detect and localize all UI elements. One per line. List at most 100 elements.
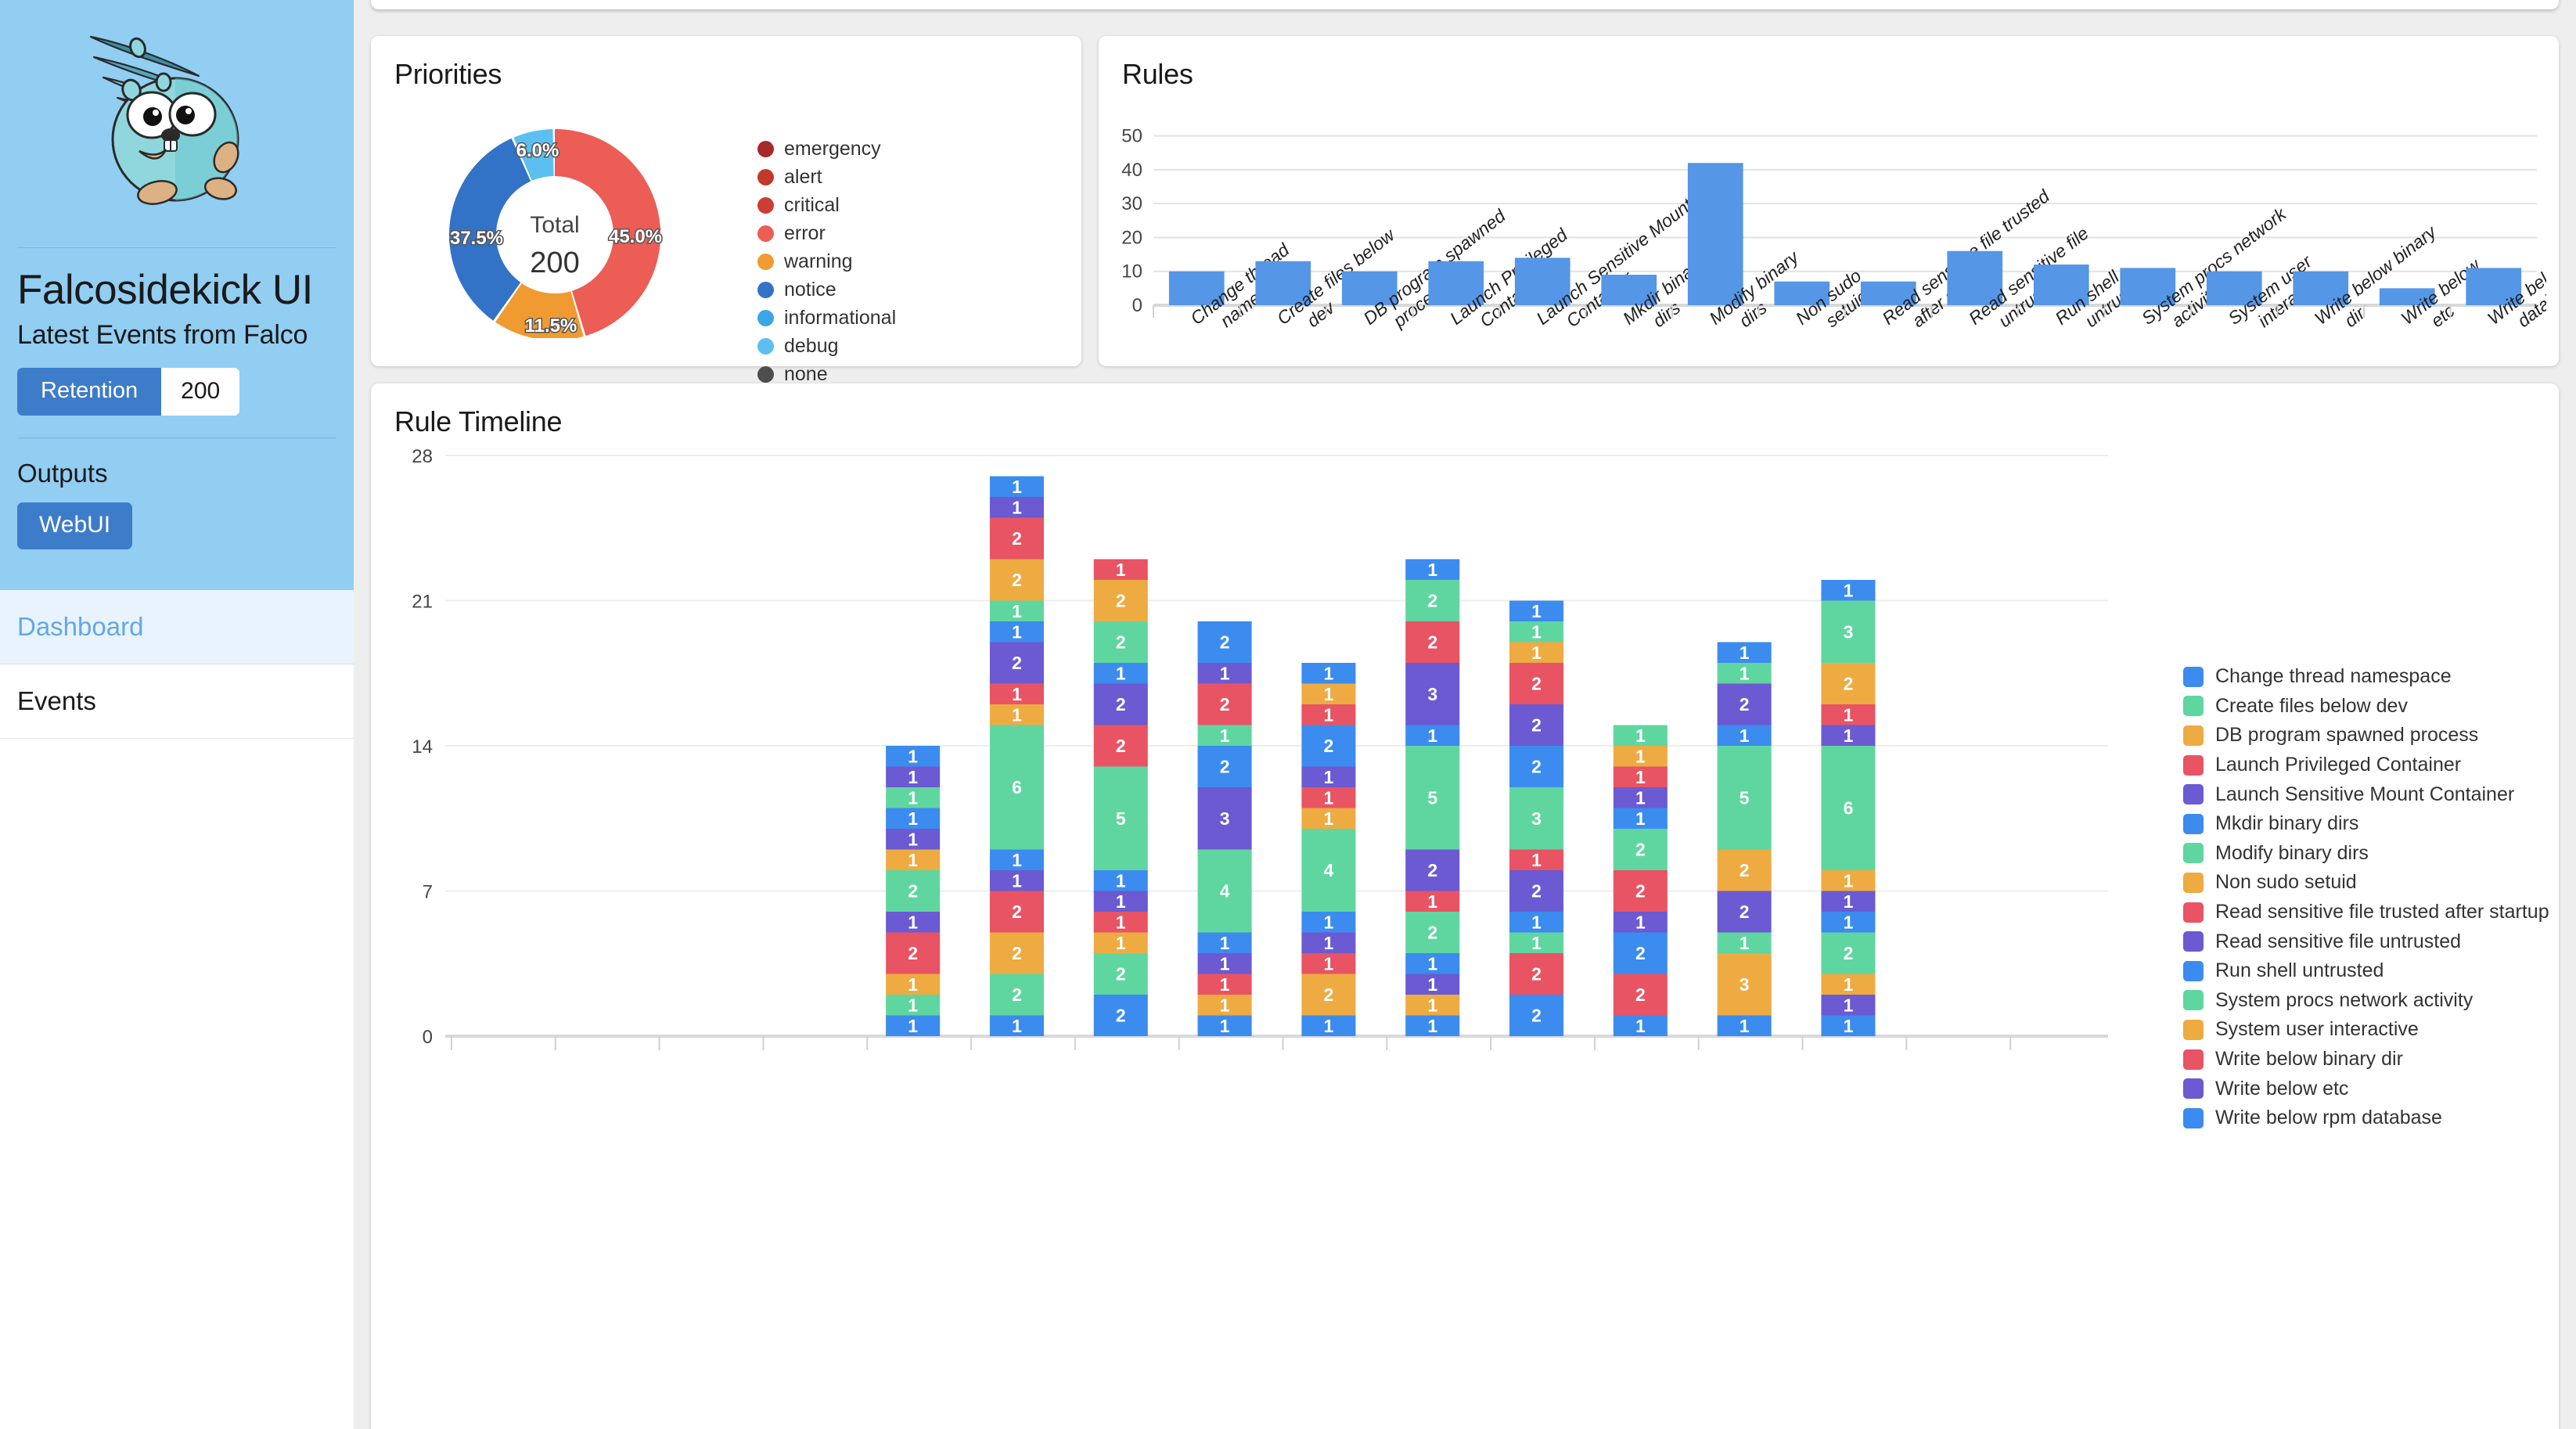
timeline-segment-value: 1 [1427, 891, 1437, 912]
timeline-segment-value: 3 [1531, 808, 1542, 829]
sidebar-item-label: Events [17, 686, 96, 715]
timeline-legend-item[interactable]: Modify binary dirs [2183, 839, 2559, 869]
timeline-segment-value: 1 [1844, 704, 1854, 725]
timeline-segment-value: 1 [1220, 663, 1230, 683]
timeline-legend-item[interactable]: Write below rpm database [2183, 1103, 2559, 1133]
legend-item[interactable]: none [757, 363, 896, 386]
legend-item[interactable]: notice [757, 279, 896, 301]
legend-item[interactable]: error [757, 222, 896, 245]
timeline-segment-value: 1 [908, 850, 918, 870]
timeline-legend-item[interactable]: System user interactive [2183, 1015, 2559, 1045]
timeline-legend-item[interactable]: Write below etc [2183, 1074, 2559, 1103]
legend-swatch-critical [757, 197, 774, 214]
rules-ytick: 0 [1132, 295, 1142, 316]
timeline-legend-item[interactable]: Launch Sensitive Mount Container [2183, 779, 2559, 809]
priorities-donut-chart[interactable]: 45.0% 11.5% 37.5% 6.0% Total 200 [371, 103, 739, 338]
timeline-legend-swatch [2183, 931, 2204, 952]
sidebar-filler [0, 739, 354, 1429]
timeline-segment-value: 1 [1531, 912, 1542, 932]
rules-bar[interactable] [1688, 163, 1743, 305]
timeline-segment-value: 1 [1635, 808, 1646, 829]
rules-card: Rules 01020304050Change threadnamespaceC… [1099, 36, 2559, 366]
timeline-legend-swatch [2183, 667, 2204, 687]
timeline-segment-value: 6 [1844, 798, 1854, 819]
legend-item[interactable]: alert [757, 166, 896, 189]
timeline-segment-value: 1 [1740, 663, 1750, 683]
timeline-legend-item[interactable]: DB program spawned process [2183, 721, 2559, 750]
timeline-segment-value: 1 [1220, 1016, 1230, 1036]
legend-label: notice [784, 279, 836, 301]
sidebar-item-dashboard[interactable]: Dashboard [0, 590, 354, 664]
timeline-segment-value: 2 [1844, 674, 1854, 694]
retention-control[interactable]: Retention 200 [17, 368, 239, 416]
timeline-legend-item[interactable]: Launch Privileged Container [2183, 750, 2559, 780]
timeline-legend-label: Mkdir binary dirs [2215, 812, 2358, 835]
output-badge-webui[interactable]: WebUI [17, 502, 132, 549]
timeline-legend-label: Create files below dev [2215, 695, 2408, 718]
legend-label: emergency [784, 138, 881, 160]
timeline-segment-value: 2 [1012, 570, 1022, 590]
timeline-legend-item[interactable]: System procs network activity [2183, 986, 2559, 1016]
timeline-legend-item[interactable]: Mkdir binary dirs [2183, 809, 2559, 839]
legend-item[interactable]: critical [757, 194, 896, 217]
timeline-segment-value: 1 [1740, 725, 1750, 746]
timeline-svg: 0714212811121211111112221161121122112211… [371, 438, 2116, 1064]
timeline-segment-value: 2 [1740, 902, 1750, 922]
rules-bar-chart[interactable]: 01020304050Change threadnamespaceCreate … [1099, 108, 2559, 398]
timeline-ytick: 7 [423, 882, 433, 903]
donut-center-value: 200 [530, 247, 579, 279]
timeline-legend-swatch [2183, 902, 2204, 923]
timeline-segment-value: 4 [1220, 881, 1230, 902]
rule-timeline-chart[interactable]: 0714212811121211111112221161121122112211… [371, 438, 2152, 1133]
timeline-segment-value: 1 [1324, 808, 1334, 829]
timeline-segment-value: 1 [1844, 891, 1854, 912]
timeline-legend-label: Write below binary dir [2215, 1048, 2403, 1071]
retention-input[interactable]: 200 [161, 368, 239, 416]
timeline-segment-value: 1 [1012, 704, 1022, 725]
timeline-segment-value: 2 [908, 943, 918, 963]
legend-item[interactable]: informational [757, 307, 896, 329]
legend-swatch-alert [757, 169, 774, 185]
legend-item[interactable]: warning [757, 250, 896, 273]
timeline-segment-value: 1 [1844, 995, 1854, 1015]
sidebar-item-events[interactable]: Events [0, 664, 354, 739]
timeline-segment-value: 1 [1324, 953, 1334, 974]
timeline-segment-value: 2 [1220, 757, 1230, 777]
timeline-segment-value: 2 [1116, 591, 1126, 611]
timeline-segment-value: 5 [1740, 787, 1750, 808]
legend-swatch-notice [757, 282, 774, 298]
timeline-legend-label: Launch Sensitive Mount Container [2215, 783, 2514, 806]
sidebar: Falcosidekick UI Latest Events from Falc… [0, 0, 354, 1429]
timeline-legend-swatch [2183, 843, 2204, 863]
timeline-segment-value: 2 [1427, 923, 1437, 943]
legend-item[interactable]: debug [757, 335, 896, 358]
timeline-legend-item[interactable]: Read sensitive file untrusted [2183, 927, 2559, 956]
timeline-segment-value: 2 [1116, 632, 1126, 653]
timeline-segment-value: 2 [1324, 984, 1334, 1005]
rules-svg: 01020304050Change threadnamespaceCreate … [1099, 108, 2546, 398]
timeline-legend-label: Run shell untrusted [2215, 959, 2384, 982]
priorities-card: Priorities [371, 36, 1081, 366]
timeline-segment-value: 2 [1324, 736, 1334, 756]
timeline-segment-value: 1 [1427, 974, 1437, 995]
rules-ytick: 50 [1121, 126, 1142, 147]
timeline-legend-item[interactable]: Change thread namespace [2183, 662, 2559, 692]
legend-label: error [784, 222, 826, 245]
timeline-legend-item[interactable]: Run shell untrusted [2183, 956, 2559, 986]
timeline-segment-value: 1 [1324, 663, 1334, 683]
timeline-segment-value: 2 [1220, 694, 1230, 714]
timeline-segment-value: 2 [908, 881, 918, 902]
legend-swatch-informational [757, 310, 774, 326]
timeline-segment-value: 2 [1635, 881, 1646, 902]
timeline-segment-value: 2 [1531, 881, 1542, 902]
timeline-legend-item[interactable]: Read sensitive file trusted after startu… [2183, 898, 2559, 927]
timeline-segment-value: 1 [1844, 580, 1854, 600]
falcosidekick-dashboard: Falcosidekick UI Latest Events from Falc… [0, 0, 2576, 1429]
timeline-segment-value: 2 [1012, 653, 1022, 673]
legend-item[interactable]: emergency [757, 138, 896, 160]
timeline-legend-item[interactable]: Non sudo setuid [2183, 868, 2559, 898]
timeline-legend-swatch [2183, 1078, 2204, 1099]
timeline-legend-item[interactable]: Write below binary dir [2183, 1045, 2559, 1074]
timeline-segment-value: 2 [1531, 715, 1542, 736]
timeline-legend-item[interactable]: Create files below dev [2183, 692, 2559, 722]
